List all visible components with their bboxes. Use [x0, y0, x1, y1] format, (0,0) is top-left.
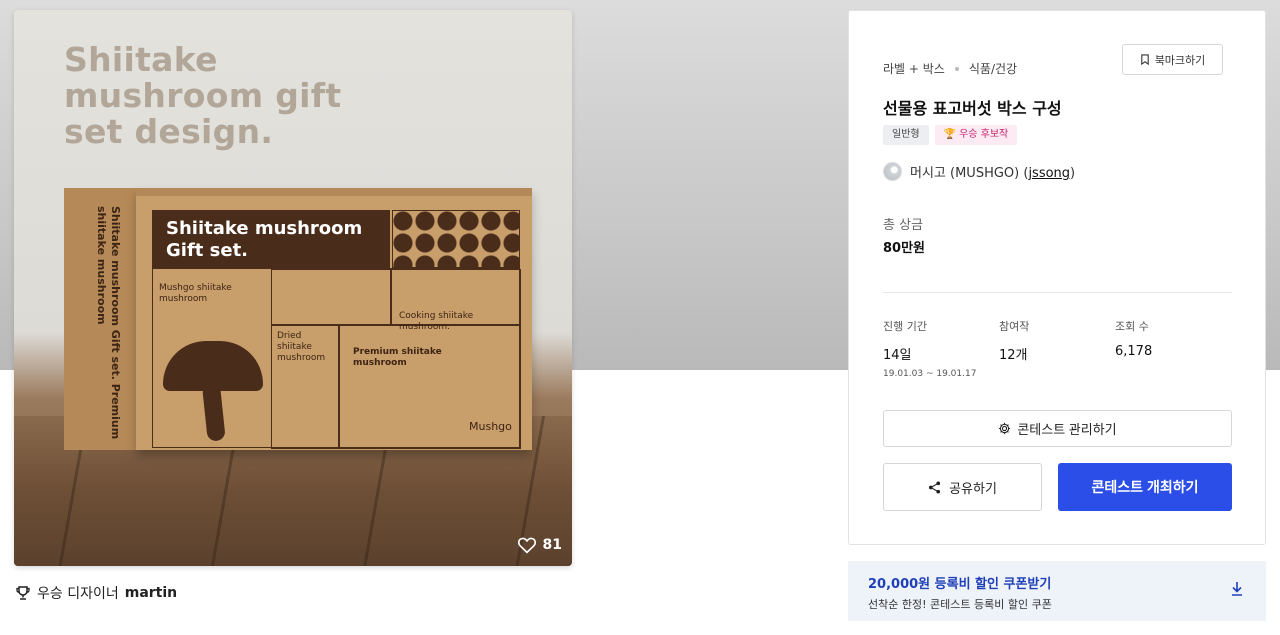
- like-count: 81: [542, 537, 562, 553]
- host-contest-button[interactable]: 콘테스트 개최하기: [1058, 463, 1232, 511]
- owner-name: 머시고 (MUSHGO) (: [910, 166, 1029, 181]
- winner-name[interactable]: martin: [125, 585, 177, 601]
- heart-icon: [517, 537, 536, 554]
- bookmark-button[interactable]: 북마크하기: [1122, 44, 1223, 75]
- stat-entries: 참여작 12개: [999, 318, 1029, 363]
- box-label-cooking: Cooking shiitake mushroom.: [399, 311, 474, 332]
- box-label-premium: Premium shiitake mushroom: [353, 347, 442, 368]
- box-front-panel: Shiitake mushroom Gift set. Mushgo shiit…: [136, 188, 532, 450]
- prize-value: 80만원: [883, 241, 926, 256]
- contest-owner: 머시고 (MUSHGO) (jssong): [883, 162, 1075, 181]
- breadcrumb-category[interactable]: 라벨 + 박스: [883, 60, 945, 77]
- owner-close-paren: ): [1070, 166, 1076, 181]
- stat-period-label: 진행 기간: [883, 320, 927, 333]
- box-label-dried: Dried shiitake mushroom: [277, 331, 326, 363]
- stat-period-range: 19.01.03 ~ 19.01.17: [883, 369, 977, 379]
- award-badge-label: 우승 후보작: [959, 129, 1009, 140]
- contest-tags: 일반형 🏆 우승 후보작: [883, 125, 1018, 145]
- stat-period: 진행 기간 14일 19.01.03 ~ 19.01.17: [883, 318, 976, 379]
- gear-icon: [999, 422, 1011, 435]
- breadcrumb-separator: [954, 66, 959, 71]
- share-label: 공유하기: [949, 480, 997, 496]
- bookmark-label: 북마크하기: [1154, 53, 1206, 67]
- owner-handle-link[interactable]: jssong: [1028, 166, 1070, 181]
- stat-entries-value: 12개: [999, 348, 1028, 363]
- box-side-panel: Shiitake mushroom Gift set. Premium shii…: [64, 188, 136, 450]
- download-icon[interactable]: [1230, 581, 1244, 597]
- type-badge: 일반형: [883, 125, 929, 145]
- box-cell-farm: [271, 269, 391, 325]
- trophy-icon: 🏆: [943, 129, 957, 140]
- box-band-title: Shiitake mushroom Gift set.: [152, 210, 390, 268]
- divider: [883, 292, 1232, 293]
- like-button[interactable]: 81: [517, 536, 562, 554]
- box-illustration-grid: Mushgo shiitake mushroom Cooking shiitak…: [152, 268, 521, 449]
- box-side-text: Shiitake mushroom Gift set. Premium shii…: [95, 206, 122, 440]
- trophy-icon: [16, 586, 30, 600]
- winner-label: 우승 디자이너: [37, 586, 119, 602]
- share-button[interactable]: 공유하기: [883, 463, 1042, 511]
- stat-views-value: 6,178: [1115, 344, 1153, 359]
- contest-hero-image[interactable]: Shiitake mushroom gift set design. Shiit…: [14, 10, 572, 566]
- box-circle-pattern: [392, 210, 520, 268]
- coupon-subtitle: 선착순 한정! 콘테스트 등록비 할인 쿠폰: [868, 598, 1052, 611]
- box-label-mushgo: Mushgo shiitake mushroom: [159, 283, 232, 304]
- stat-period-value: 14일: [883, 348, 912, 363]
- share-icon: [929, 480, 941, 494]
- box-label-brand: Mushgo: [469, 420, 512, 433]
- award-badge: 🏆 우승 후보작: [934, 125, 1018, 145]
- coupon-title: 20,000원 등록비 할인 쿠폰받기: [868, 577, 1052, 592]
- prize-label: 총 상금: [883, 218, 924, 233]
- stat-views: 조회 수 6,178: [1115, 318, 1152, 359]
- breadcrumb-subcategory[interactable]: 식품/건강: [969, 60, 1017, 77]
- manage-contest-button[interactable]: 콘테스트 관리하기: [883, 410, 1232, 447]
- stat-entries-label: 참여작: [999, 320, 1030, 333]
- coupon-banner[interactable]: 20,000원 등록비 할인 쿠폰받기 선착순 한정! 콘테스트 등록비 할인 …: [848, 561, 1266, 621]
- bookmark-icon: [1140, 54, 1149, 65]
- avatar: [883, 162, 902, 181]
- contest-title: 선물용 표고버섯 박스 구성: [883, 99, 1062, 118]
- stat-views-label: 조회 수: [1115, 320, 1149, 333]
- contest-info-card: 라벨 + 박스 식품/건강 북마크하기 선물용 표고버섯 박스 구성 일반형 🏆…: [848, 10, 1266, 545]
- hero-image-title: Shiitake mushroom gift set design.: [64, 40, 342, 151]
- mushroom-stem-illustration: [202, 386, 226, 442]
- mushroom-cap-illustration: [163, 341, 263, 391]
- winner-designer: 우승 디자이너 martin: [15, 583, 177, 603]
- breadcrumb: 라벨 + 박스 식품/건강: [883, 60, 1017, 77]
- manage-contest-label: 콘테스트 관리하기: [1017, 422, 1117, 437]
